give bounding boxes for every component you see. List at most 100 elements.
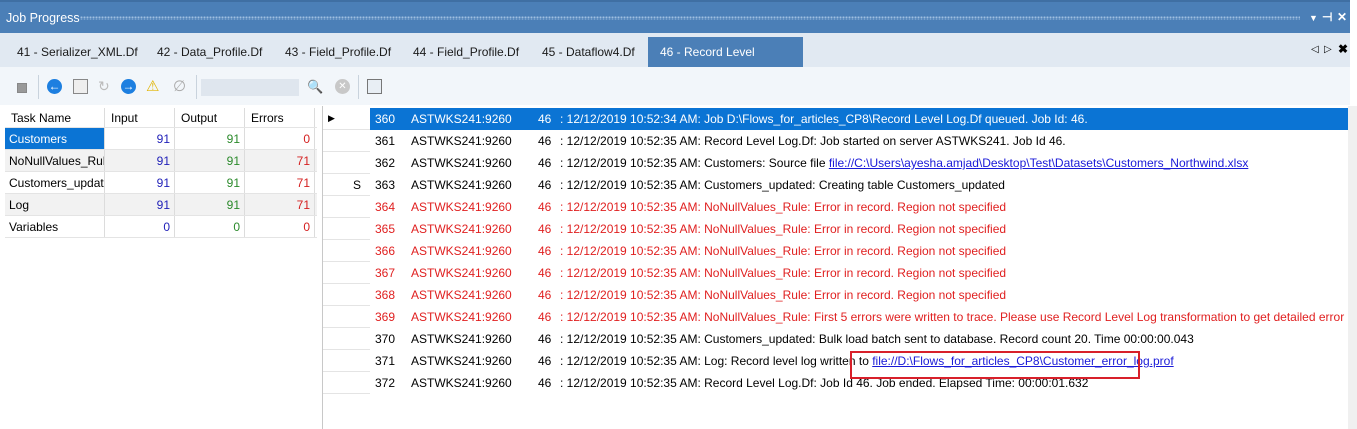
log-row[interactable]: 362 ASTWKS241:9260 46: 12/12/2019 10:52:35… — [370, 152, 1348, 174]
gutter-cell — [323, 350, 370, 372]
log-message-text: : 12/12/2019 10:52:35 AM: NoNullValues_R… — [560, 310, 1348, 324]
log-job-id: 46 — [538, 200, 552, 214]
gutter-cell — [323, 152, 370, 174]
log-row[interactable]: 368 ASTWKS241:9260 46: 12/12/2019 10:52:35… — [370, 284, 1348, 306]
previous-icon[interactable]: ← — [47, 79, 62, 94]
log-message-text: : 12/12/2019 10:52:35 AM: Log: Record le… — [560, 354, 873, 368]
task-row[interactable]: Customers 91 91 0 — [5, 128, 317, 150]
scroll-tabs-right-icon[interactable]: ▷ — [1324, 44, 1332, 55]
log-id: 363 — [375, 178, 396, 192]
task-row[interactable]: NoNullValues_Rule 91 91 71 — [5, 150, 317, 172]
log-message: : 12/12/2019 10:52:35 AM: NoNullValues_R… — [560, 218, 1006, 240]
log-server: ASTWKS241:9260 — [411, 266, 512, 280]
vertical-scrollbar[interactable] — [1348, 106, 1357, 429]
header-task-name[interactable]: Task Name — [5, 108, 105, 127]
log-message: : 12/12/2019 10:52:35 AM: NoNullValues_R… — [560, 306, 1348, 328]
separator — [358, 75, 359, 99]
task-name: Customers_updat... — [5, 172, 105, 193]
log-id: 361 — [375, 134, 396, 148]
log-id: 365 — [375, 222, 396, 236]
tab-44[interactable]: 44 - Field_Profile.Df — [403, 37, 529, 67]
close-icon[interactable]: ✕ — [1337, 10, 1347, 24]
log-message: : 12/12/2019 10:52:34 AM: Job D:\Flows_f… — [560, 108, 1088, 130]
tab-41[interactable]: 41 - Serializer_XML.Df — [7, 37, 148, 67]
window-title: Job Progress — [6, 11, 80, 25]
tab-42[interactable]: 42 - Data_Profile.Df — [147, 37, 272, 67]
task-row[interactable]: Customers_updat... 91 91 71 — [5, 172, 317, 194]
log-row[interactable]: 366 ASTWKS241:9260 46: 12/12/2019 10:52:35… — [370, 240, 1348, 262]
search-input[interactable] — [201, 79, 299, 96]
gutter-cell — [323, 328, 370, 350]
separator — [38, 75, 39, 99]
task-row[interactable]: Variables 0 0 0 — [5, 216, 317, 238]
task-input: 91 — [105, 150, 175, 171]
log-row[interactable]: 365 ASTWKS241:9260 46: 12/12/2019 10:52:35… — [370, 218, 1348, 240]
log-server: ASTWKS241:9260 — [411, 288, 512, 302]
pin-icon[interactable]: ⊣ — [1322, 10, 1332, 24]
log-row[interactable]: 364 ASTWKS241:9260 46: 12/12/2019 10:52:35… — [370, 196, 1348, 218]
log-row[interactable]: 360 ASTWKS241:9260 46: 12/12/2019 10:52:34… — [370, 108, 1348, 130]
tab-45[interactable]: 45 - Dataflow4.Df — [532, 37, 645, 67]
log-job-id: 46 — [538, 222, 552, 236]
log-row[interactable]: 361 ASTWKS241:9260 46 : 12/12/2019 10:52:35… — [370, 130, 1348, 152]
stop-icon[interactable] — [17, 83, 27, 93]
tab-strip: 41 - Serializer_XML.Df 42 - Data_Profile… — [0, 33, 1350, 89]
task-input: 91 — [105, 128, 175, 149]
file-link[interactable]: file://C:\Users\ayesha.amjad\Desktop\Tes… — [829, 156, 1249, 170]
cancel-search-icon[interactable]: ✕ — [335, 79, 350, 94]
log-server: ASTWKS241:9260 — [411, 332, 512, 346]
tab-43[interactable]: 43 - Field_Profile.Df — [275, 37, 401, 67]
task-input: 0 — [105, 216, 175, 237]
find-icon[interactable]: 🔍 — [307, 79, 323, 94]
gutter-cell — [323, 240, 370, 262]
task-errors: 71 — [245, 194, 315, 215]
log-row[interactable]: 367 ASTWKS241:9260 46: 12/12/2019 10:52:35… — [370, 262, 1348, 284]
log-message: : 12/12/2019 10:52:35 AM: Record Level L… — [560, 130, 1066, 152]
task-name: Variables — [5, 216, 105, 237]
warning-icon[interactable]: ⚠ — [146, 79, 161, 94]
header-errors[interactable]: Errors — [245, 108, 315, 127]
header-output[interactable]: Output — [175, 108, 245, 127]
log-row[interactable]: 370 ASTWKS241:9260 46: 12/12/2019 10:52:35… — [370, 328, 1348, 350]
next-icon[interactable]: → — [121, 79, 136, 94]
log-job-id: 46 — [538, 178, 552, 192]
close-tab-icon[interactable]: ✖ — [1338, 42, 1348, 56]
current-row-arrow-icon: ▶ — [328, 113, 335, 123]
tab-46[interactable]: 46 - Record Level Log.Df — [648, 37, 803, 89]
gutter-cell — [323, 372, 370, 394]
gutter-cell — [323, 284, 370, 306]
clear-filter-icon[interactable]: ∅ — [173, 79, 188, 94]
highlight-box — [850, 351, 1140, 379]
gutter-marker: S — [353, 178, 362, 192]
gutter-cell — [323, 262, 370, 284]
log-view-icon[interactable] — [73, 79, 88, 94]
log-row[interactable]: 363 ASTWKS241:9260 46: 12/12/2019 10:52:35… — [370, 174, 1348, 196]
log-id: 364 — [375, 200, 396, 214]
gutter-cell — [323, 306, 370, 328]
log-job-id: 46 — [538, 354, 552, 368]
refresh-icon[interactable]: ↻ — [98, 79, 113, 94]
log-message: : 12/12/2019 10:52:35 AM: NoNullValues_R… — [560, 284, 1006, 306]
header-input[interactable]: Input — [105, 108, 175, 127]
log-message-text: : 12/12/2019 10:52:35 AM: NoNullValues_R… — [560, 200, 1007, 214]
log-message: : 12/12/2019 10:52:35 AM: Customers: Sou… — [560, 152, 1248, 174]
window-title-bar: Job Progress ▼ ⊣ ✕ — [0, 0, 1350, 33]
log-message: : 12/12/2019 10:52:35 AM: NoNullValues_R… — [560, 240, 1006, 262]
task-row[interactable]: Log 91 91 71 — [5, 194, 317, 216]
log-gutter: ▶ S — [323, 108, 370, 394]
log-job-id: 46 — [538, 134, 552, 148]
task-output: 0 — [175, 216, 245, 237]
log-id: 360 — [375, 112, 396, 126]
log-server: ASTWKS241:9260 — [411, 134, 512, 148]
task-errors: 0 — [245, 216, 315, 237]
log-job-id: 46 — [538, 376, 552, 390]
export-log-icon[interactable] — [367, 79, 382, 94]
log-id: 369 — [375, 310, 396, 324]
log-server: ASTWKS241:9260 — [411, 244, 512, 258]
dropdown-icon[interactable]: ▼ — [1309, 13, 1318, 23]
scroll-tabs-left-icon[interactable]: ◁ — [1311, 44, 1319, 55]
task-input: 91 — [105, 194, 175, 215]
task-name: Log — [5, 194, 105, 215]
log-row[interactable]: 369 ASTWKS241:9260 46: 12/12/2019 10:52:35… — [370, 306, 1348, 328]
log-message-text: : 12/12/2019 10:52:35 AM: NoNullValues_R… — [560, 222, 1007, 236]
